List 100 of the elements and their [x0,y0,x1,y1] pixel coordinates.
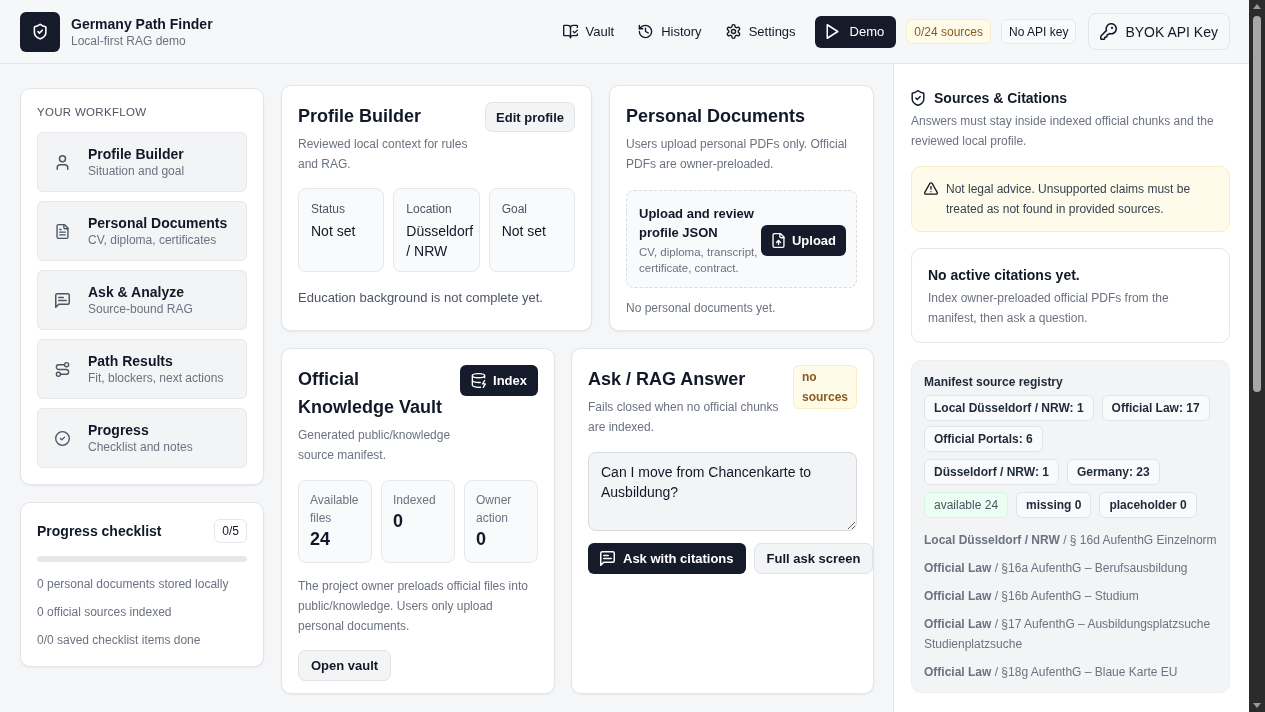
stat-label: Goal [501,201,528,218]
book-check-icon [562,24,578,39]
source-entry: Official Law / §16b AufenthG – Studium [924,588,1140,605]
count-chip: Germany: 23 [1066,459,1160,485]
route-icon [55,361,70,377]
panel-description: Answers must stay inside indexed official chunks and the reviewed local profile. [911,113,1215,150]
upload-dropzone[interactable]: Upload and review profile JSON CV, diploma, transcript, certificate, contract. Upload [626,190,857,288]
status-badge: 0/24 sources [906,19,991,44]
stat-value: 24 [310,528,332,551]
card-title: Progress checklist [37,523,162,539]
citations-description: Index owner-preloaded official PDFs from the manifest, then ask a question. [928,290,1170,327]
ask-button[interactable]: Ask with citations [588,543,746,574]
step-title: Progress [88,421,150,439]
card-title: Official Knowledge Vault [298,368,444,419]
edit-profile-button[interactable]: Edit profile [485,102,575,132]
panel-title: Sources & Citations [934,89,1068,108]
section-heading: YOUR WORKFLOW [37,105,148,119]
step-subtitle: Situation and goal [88,164,185,179]
stat-value: Not set [311,222,357,241]
open-vault-button[interactable]: Open vault [298,650,392,681]
stat-value: 0 [476,528,487,551]
count-chip: Düsseldorf / NRW: 1 [924,459,1059,485]
stat-label: Available files [310,492,360,527]
source-entry: Official Law / §17 AufenthG – Ausbildungsplatzsuche Studienplatzsuche [924,616,1212,653]
upload-button[interactable]: Upload [760,224,846,256]
api-key-button[interactable]: BYOK API Key [1088,13,1230,50]
app-subtitle: Local-first RAG demo [71,33,187,49]
step-title: Ask & Analyze [88,283,185,301]
citations-title: No active citations yet. [928,266,1081,285]
step-subtitle: Source-bound RAG [88,302,193,317]
status-chip: available 24 [924,492,1009,518]
stat-value: 0 [393,510,404,533]
index-button[interactable]: Index [460,365,538,396]
warning-icon [924,182,938,195]
step-subtitle: CV, diploma, certificates [88,233,218,248]
question-field[interactable]: Can I move from Chancenkarte to Ausbildung? [588,452,857,531]
nav-button[interactable]: Demo [814,15,897,48]
empty-state-text: No personal documents yet. [626,300,777,317]
scrollbar-thumb[interactable] [1253,16,1261,392]
document-icon [55,223,70,239]
checklist-summary: 0/0 saved checklist items done [37,632,202,649]
count-badge: 0/5 [214,519,247,543]
stat-value: Not set [501,222,547,241]
card-description: Users upload personal PDFs only. Official PDFs are owner-preloaded. [626,136,848,173]
nav-link[interactable]: History [631,15,709,48]
scrollbar[interactable] [1249,0,1265,712]
stat-label: Status [311,201,347,218]
card-title: Personal Documents [626,105,807,128]
user-icon [55,154,70,170]
step-title: Path Results [88,352,174,370]
source-entry: Official Law / §16a AufenthG – Berufsausbildung [924,560,1189,577]
app-title: Germany Path Finder [71,14,213,33]
step-subtitle: Checklist and notes [88,440,193,455]
play-icon [824,24,840,39]
checklist-summary: 0 personal documents stored locally [37,576,230,593]
registry-title: Manifest source registry [924,374,1064,391]
card-description: Reviewed local context for rules and RAG. [298,136,469,173]
count-chip: Local Düsseldorf / NRW: 1 [924,395,1094,421]
chat-icon [600,551,615,566]
upload-hint: CV, diploma, transcript, certificate, contract. [639,245,759,276]
database-icon [471,373,487,388]
status-badge: no sources [792,365,857,409]
card-title: Ask / RAG Answer [588,368,747,391]
source-entry: Official Law / §18g AufenthG – Blaue Karte EU [924,664,1179,681]
checklist-summary: 0 official sources indexed [37,604,173,621]
nav-link[interactable]: Vault [555,15,622,48]
warning-text: Not legal advice. Unsupported claims must be treated as not found in provided sources. [946,181,1192,218]
stat-label: Owner action [476,492,513,527]
card-description: Generated public/knowledge source manifest. [298,427,452,464]
workflow-step[interactable]: Path Results Fit, blockers, next actions [37,339,247,399]
secondary-button[interactable]: Full ask screen [753,543,874,574]
workflow-step[interactable]: Personal Documents CV, diploma, certificates [37,201,247,261]
nav-link[interactable]: Settings [718,15,803,48]
status-note: Education background is not complete yet. [298,289,544,307]
shield-logo-icon [20,11,60,52]
step-subtitle: Fit, blockers, next actions [88,371,224,386]
settings-icon [725,24,741,39]
stat-value: Düsseldorf / NRW [406,222,474,261]
status-chip: placeholder 0 [1099,492,1197,518]
workflow-step[interactable]: Progress Checklist and notes [37,408,247,468]
count-chip: Official Law: 17 [1101,395,1210,421]
workflow-step[interactable]: Profile Builder Situation and goal [37,132,247,192]
source-entry: Local Düsseldorf / NRW / § 16d AufenthG Einzelnorm [924,532,1217,549]
step-title: Profile Builder [88,145,185,163]
upload-title: Upload and review profile JSON [639,205,755,242]
scroll-up-icon[interactable] [1253,4,1261,9]
vault-note: The project owner preloads official files into public/knowledge. Users only upload personal documents. [298,578,529,635]
shield-check-icon [911,90,925,106]
history-icon [638,24,654,39]
scroll-down-icon[interactable] [1253,703,1261,708]
chat-icon [55,292,70,308]
stat-label: Location [406,201,453,218]
status-chip: missing 0 [1016,492,1092,518]
status-badge: No API key [1001,19,1077,44]
stat-label: Indexed [393,492,437,509]
card-description: Fails closed when no official chunks are indexed. [588,399,780,436]
workflow-step[interactable]: Ask & Analyze Source-bound RAG [37,270,247,330]
file-upload-icon [770,232,786,248]
card-title: Profile Builder [298,105,423,128]
key-icon [1100,23,1118,40]
